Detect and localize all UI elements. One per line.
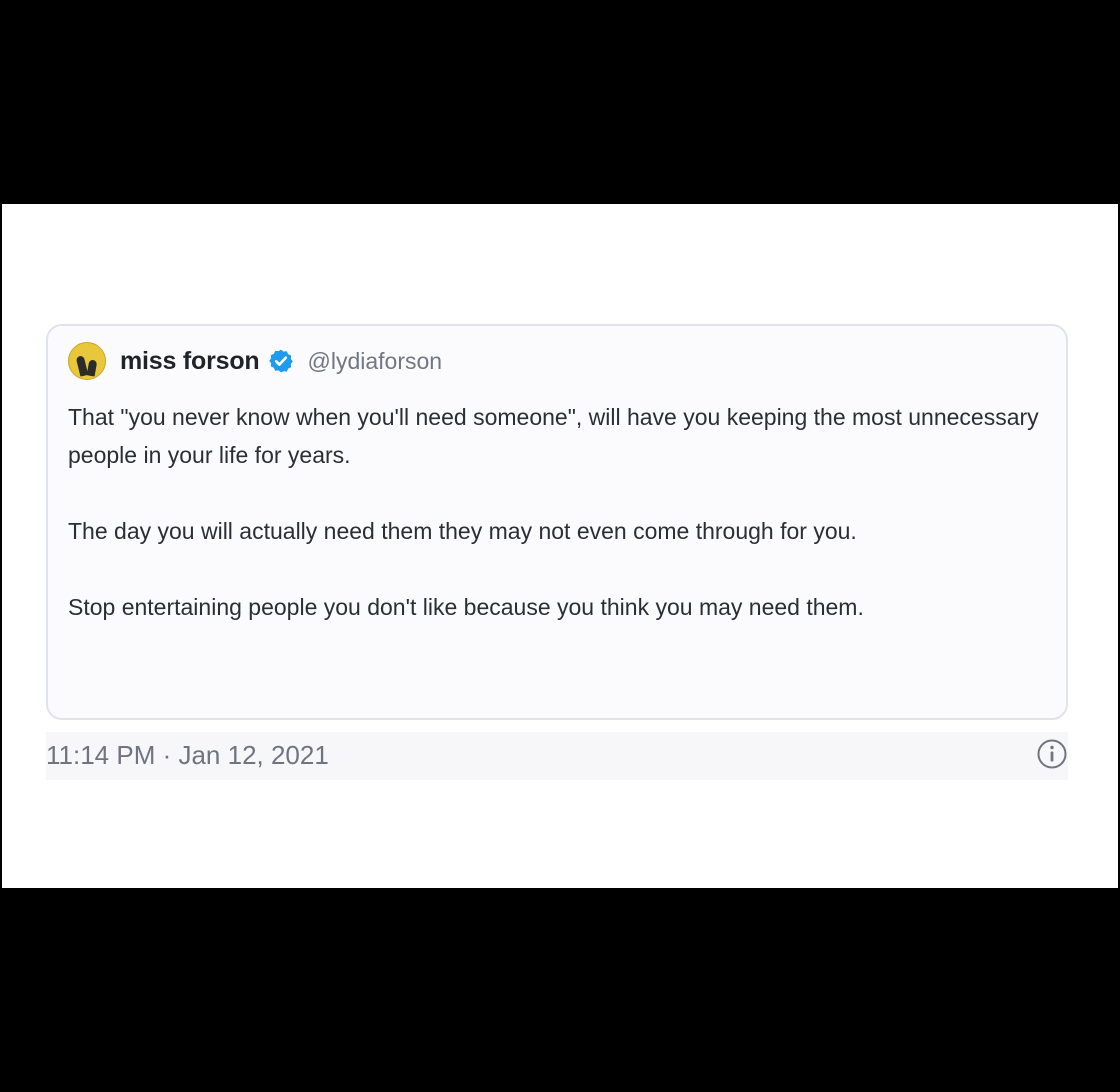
tweet-text: That "you never know when you'll need so… [68, 398, 1048, 626]
user-handle[interactable]: @lydiaforson [308, 348, 443, 375]
tweet-screenshot: miss forson @lydiaforson That "you never… [2, 204, 1118, 888]
verified-badge-icon [268, 349, 293, 373]
avatar-figure [86, 359, 98, 377]
tweet-paragraph: The day you will actually need them they… [68, 518, 857, 544]
tweet-footer: 11:14 PM · Jan 12, 2021 [46, 732, 1068, 780]
info-icon[interactable] [1036, 738, 1068, 770]
display-name[interactable]: miss forson [120, 347, 260, 376]
quoted-tweet-card[interactable]: miss forson @lydiaforson That "you never… [46, 324, 1068, 720]
avatar[interactable] [68, 342, 106, 380]
tweet-paragraph: Stop entertaining people you don't like … [68, 594, 864, 620]
screenshot-frame: miss forson @lydiaforson That "you never… [0, 0, 1120, 1092]
tweet-paragraph: That "you never know when you'll need so… [68, 404, 1039, 468]
tweet-header: miss forson @lydiaforson [68, 341, 442, 381]
tweet-timestamp[interactable]: 11:14 PM · Jan 12, 2021 [46, 740, 329, 771]
